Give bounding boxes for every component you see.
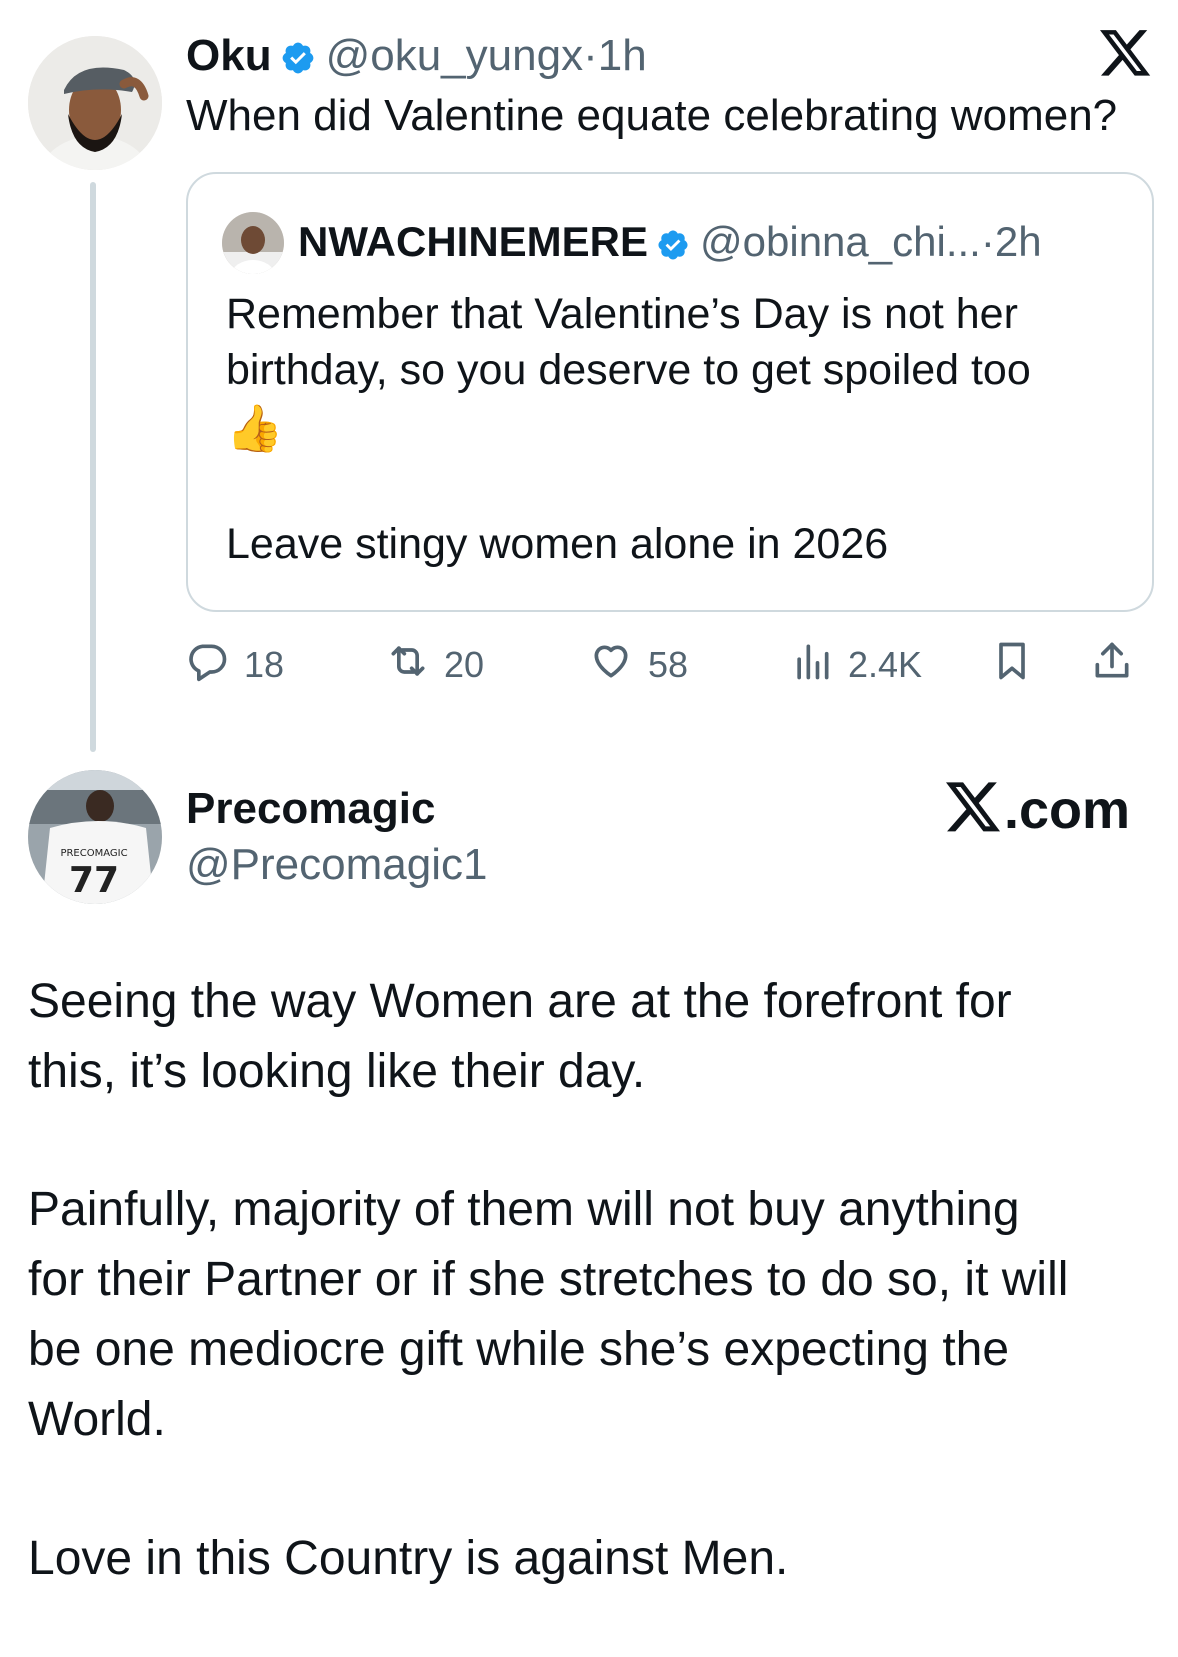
quoted-tweet-text-line: birthday, so you deserve to get spoiled … [226,346,1031,394]
bookmark-icon [990,639,1034,692]
quoted-author-handle[interactable]: @obinna_chi... [700,218,981,265]
tweet-text: When did Valentine equate celebrating wo… [186,91,1118,140]
tweet-body-line: be one mediocre gift while she’s expecti… [28,1323,1010,1376]
quoted-tweet-header: NWACHINEMERE @obinna_chi...·2h [298,214,1042,276]
repost-button[interactable]: 20 [386,641,484,689]
x-logo-icon [946,781,1002,839]
reply-count: 18 [244,644,285,685]
tweet-body-line: World. [28,1393,166,1446]
avatar-oku[interactable] [28,36,162,170]
quoted-tweet-time[interactable]: 2h [995,218,1042,265]
tweet-body-line: this, it’s looking like their day. [28,1045,646,1098]
tweet-time[interactable]: 1h [598,31,647,80]
avatar-precomagic[interactable]: PRECOMAGIC 77 [28,770,162,904]
tweet-body-line: Love in this Country is against Men. [28,1532,789,1585]
views-button[interactable]: 2.4K [790,641,922,689]
tweet-body-line: for their Partner or if she stretches to… [28,1253,1069,1306]
x-logo-icon [1100,30,1152,83]
views-icon [790,639,834,692]
repost-icon [386,639,430,692]
thumbs-up-emoji: 👍 [226,401,284,455]
quoted-tweet-text-line: Leave stingy women alone in 2026 [226,520,889,568]
verified-badge-icon [280,36,316,88]
like-icon [588,639,634,692]
quoted-author-name[interactable]: NWACHINEMERE [298,218,648,265]
author-handle[interactable]: @oku_yungx [326,31,584,80]
quoted-tweet-text-line: Remember that Valentine’s Day is not her [226,290,1018,338]
tweet-body-line: Seeing the way Women are at the forefron… [28,975,1012,1028]
share-button[interactable] [1090,641,1134,689]
separator-dot: · [583,31,598,80]
like-count: 58 [648,644,689,685]
views-count: 2.4K [848,644,923,685]
separator-dot: · [980,218,995,265]
tweet-header: Oku @oku_yungx·1h [186,30,647,88]
repost-count: 20 [444,644,485,685]
thread-connector-line [90,182,96,752]
reply-button[interactable]: 18 [186,641,284,689]
author-name[interactable]: Precomagic [186,782,435,836]
x-com-watermark: .com [946,778,1130,842]
bookmark-button[interactable] [990,641,1034,689]
watermark-text: .com [1004,780,1131,840]
verified-badge-icon [656,220,690,276]
like-button[interactable]: 58 [588,641,688,689]
share-icon [1090,639,1134,692]
author-name[interactable]: Oku [186,31,272,80]
jersey-number-text: 77 [69,860,119,901]
reply-icon [186,639,230,692]
author-handle[interactable]: @Precomagic1 [186,838,487,892]
tweet-body-line: Painfully, majority of them will not buy… [28,1183,1020,1236]
jersey-name-text: PRECOMAGIC [60,848,127,859]
avatar-nwachinemere[interactable] [222,212,284,274]
